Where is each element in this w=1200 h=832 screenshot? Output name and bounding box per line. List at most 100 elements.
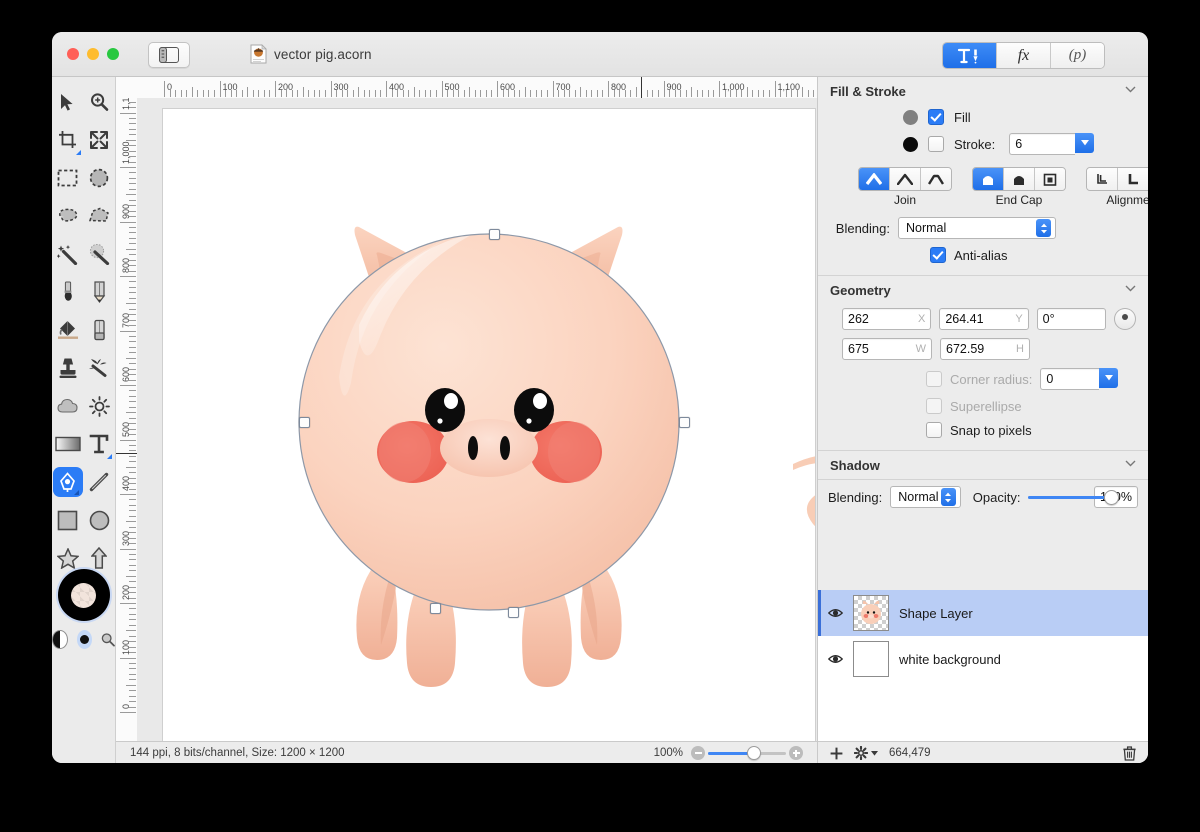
stroke-width-field[interactable]: 6 bbox=[1009, 133, 1076, 155]
corner-radius-checkbox[interactable] bbox=[926, 371, 942, 387]
alignment-inside-button[interactable] bbox=[1087, 168, 1118, 190]
tool-eraser[interactable] bbox=[84, 311, 116, 349]
tool-clone-stamp[interactable] bbox=[52, 349, 84, 387]
tool-instant-alpha[interactable] bbox=[84, 235, 116, 273]
add-layer-icon[interactable] bbox=[830, 747, 843, 760]
height-field[interactable]: 672.59 H bbox=[940, 338, 1030, 360]
close-button[interactable] bbox=[67, 48, 79, 60]
shape-blending-popup[interactable]: Normal bbox=[898, 217, 1056, 239]
eye-icon[interactable] bbox=[828, 653, 843, 665]
opacity-slider-knob[interactable] bbox=[1104, 489, 1120, 505]
document-chip[interactable]: vector pig.acorn bbox=[250, 44, 372, 64]
alignment-center-button[interactable] bbox=[1118, 168, 1148, 190]
selection-handle-left[interactable] bbox=[299, 417, 310, 428]
stroke-width-stepper[interactable] bbox=[1075, 133, 1095, 153]
document-page[interactable] bbox=[162, 108, 816, 742]
tool-polygon-lasso[interactable] bbox=[84, 197, 116, 235]
tool-pencil[interactable] bbox=[84, 273, 116, 311]
layer-blending-popup[interactable]: Normal bbox=[890, 486, 961, 508]
background-color-swatch[interactable] bbox=[71, 582, 96, 608]
zoom-slider-knob[interactable] bbox=[747, 746, 761, 760]
fill-color-swatch[interactable] bbox=[903, 109, 918, 125]
segment-inspector[interactable] bbox=[943, 43, 997, 68]
selection-handle-bottom-right[interactable] bbox=[508, 607, 519, 618]
width-field[interactable]: 675 W bbox=[842, 338, 932, 360]
zoom-controls[interactable]: 100% bbox=[654, 745, 817, 761]
selection-handle-right[interactable] bbox=[679, 417, 690, 428]
tool-transform[interactable] bbox=[84, 121, 116, 159]
layer-settings-menu[interactable] bbox=[854, 746, 878, 760]
tool-text[interactable] bbox=[84, 425, 116, 463]
vertical-ruler[interactable]: 0 100 200 300 400 500 600 700 800 900 1,000 1,100 bbox=[116, 98, 138, 763]
chevron-down-icon[interactable] bbox=[1125, 86, 1136, 93]
y-field[interactable]: 264.41 Y bbox=[939, 308, 1029, 330]
snap-to-pixels-checkbox[interactable] bbox=[926, 422, 942, 438]
canvas-scroll[interactable] bbox=[137, 98, 817, 742]
endcap-round-button[interactable] bbox=[1004, 168, 1035, 190]
superellipse-checkbox[interactable] bbox=[926, 398, 942, 414]
endcap-square-button[interactable] bbox=[1035, 168, 1065, 190]
opacity-slider[interactable] bbox=[1028, 489, 1120, 505]
zoom-in-button[interactable] bbox=[789, 746, 803, 760]
selection-handle-bottom-left[interactable] bbox=[430, 603, 441, 614]
zoom-button[interactable] bbox=[107, 48, 119, 60]
corner-radius-stepper[interactable] bbox=[1099, 368, 1119, 388]
alignment-group[interactable] bbox=[1086, 167, 1148, 191]
eye-icon[interactable] bbox=[828, 607, 843, 619]
join-bevel-button[interactable] bbox=[921, 168, 951, 190]
segment-filters[interactable]: fx bbox=[997, 43, 1051, 68]
stroke-checkbox[interactable] bbox=[928, 136, 944, 152]
x-field[interactable]: 262 X bbox=[842, 308, 932, 330]
tool-bezier[interactable] bbox=[52, 463, 84, 501]
tool-dodge[interactable] bbox=[84, 387, 116, 425]
layers-list[interactable]: Shape Layer white background bbox=[818, 590, 1148, 742]
trash-icon[interactable] bbox=[1123, 745, 1136, 761]
tool-crop[interactable] bbox=[52, 121, 84, 159]
minimize-button[interactable] bbox=[87, 48, 99, 60]
join-group[interactable] bbox=[858, 167, 952, 191]
tool-brush[interactable] bbox=[52, 273, 84, 311]
layer-row-shape[interactable]: Shape Layer bbox=[818, 590, 1148, 636]
zoom-out-button[interactable] bbox=[691, 746, 705, 760]
tool-ellipse[interactable] bbox=[84, 501, 116, 539]
mask-mode-toggle[interactable] bbox=[52, 630, 68, 649]
horizontal-ruler[interactable]: 0 100 200 300 400 500 600 700 800 900 1,000 1,100 bbox=[137, 77, 817, 99]
join-miter-button[interactable] bbox=[859, 168, 890, 190]
sidebar-toggle-button[interactable] bbox=[148, 42, 190, 68]
tool-paint-bucket[interactable] bbox=[52, 311, 84, 349]
shadow-header[interactable]: Shadow bbox=[818, 451, 1148, 479]
tool-lasso[interactable] bbox=[52, 197, 84, 235]
tool-magic-wand[interactable] bbox=[52, 235, 84, 273]
zoom-slider[interactable] bbox=[691, 745, 803, 761]
chevron-down-icon[interactable] bbox=[1125, 285, 1136, 292]
endcap-group[interactable] bbox=[972, 167, 1066, 191]
tool-rectangle[interactable] bbox=[52, 501, 84, 539]
tool-rect-select[interactable] bbox=[52, 159, 84, 197]
layer-thumbnail-shape[interactable] bbox=[853, 595, 889, 631]
segment-presets[interactable]: (p) bbox=[1051, 43, 1104, 68]
geometry-header[interactable]: Geometry bbox=[818, 276, 1148, 304]
stroke-color-swatch[interactable] bbox=[903, 136, 918, 152]
endcap-butt-button[interactable] bbox=[973, 168, 1004, 190]
tool-gradient[interactable] bbox=[52, 425, 84, 463]
fill-stroke-header[interactable]: Fill & Stroke bbox=[818, 77, 1148, 105]
tool-zoom[interactable] bbox=[84, 83, 116, 121]
layer-row-background[interactable]: white background bbox=[818, 636, 1148, 682]
layer-thumbnail-background[interactable] bbox=[853, 641, 889, 677]
inspector-segmented-control[interactable]: fx (p) bbox=[942, 42, 1105, 69]
rotation-dial[interactable] bbox=[1114, 308, 1136, 330]
fill-checkbox[interactable] bbox=[928, 109, 944, 125]
tool-smudge[interactable] bbox=[84, 349, 116, 387]
color-well[interactable] bbox=[52, 569, 116, 649]
loupe-icon[interactable] bbox=[101, 631, 116, 648]
join-round-button[interactable] bbox=[890, 168, 921, 190]
corner-radius-field[interactable]: 0 bbox=[1040, 368, 1100, 390]
palette-toggle[interactable] bbox=[76, 630, 93, 649]
tool-move[interactable] bbox=[52, 83, 84, 121]
pig-artwork[interactable] bbox=[163, 109, 815, 742]
chevron-down-icon[interactable] bbox=[1125, 460, 1136, 467]
rotation-field[interactable]: 0° bbox=[1036, 308, 1107, 330]
foreground-color-swatch[interactable] bbox=[57, 569, 110, 621]
tool-ellipse-select[interactable] bbox=[84, 159, 116, 197]
tool-line[interactable] bbox=[84, 463, 116, 501]
